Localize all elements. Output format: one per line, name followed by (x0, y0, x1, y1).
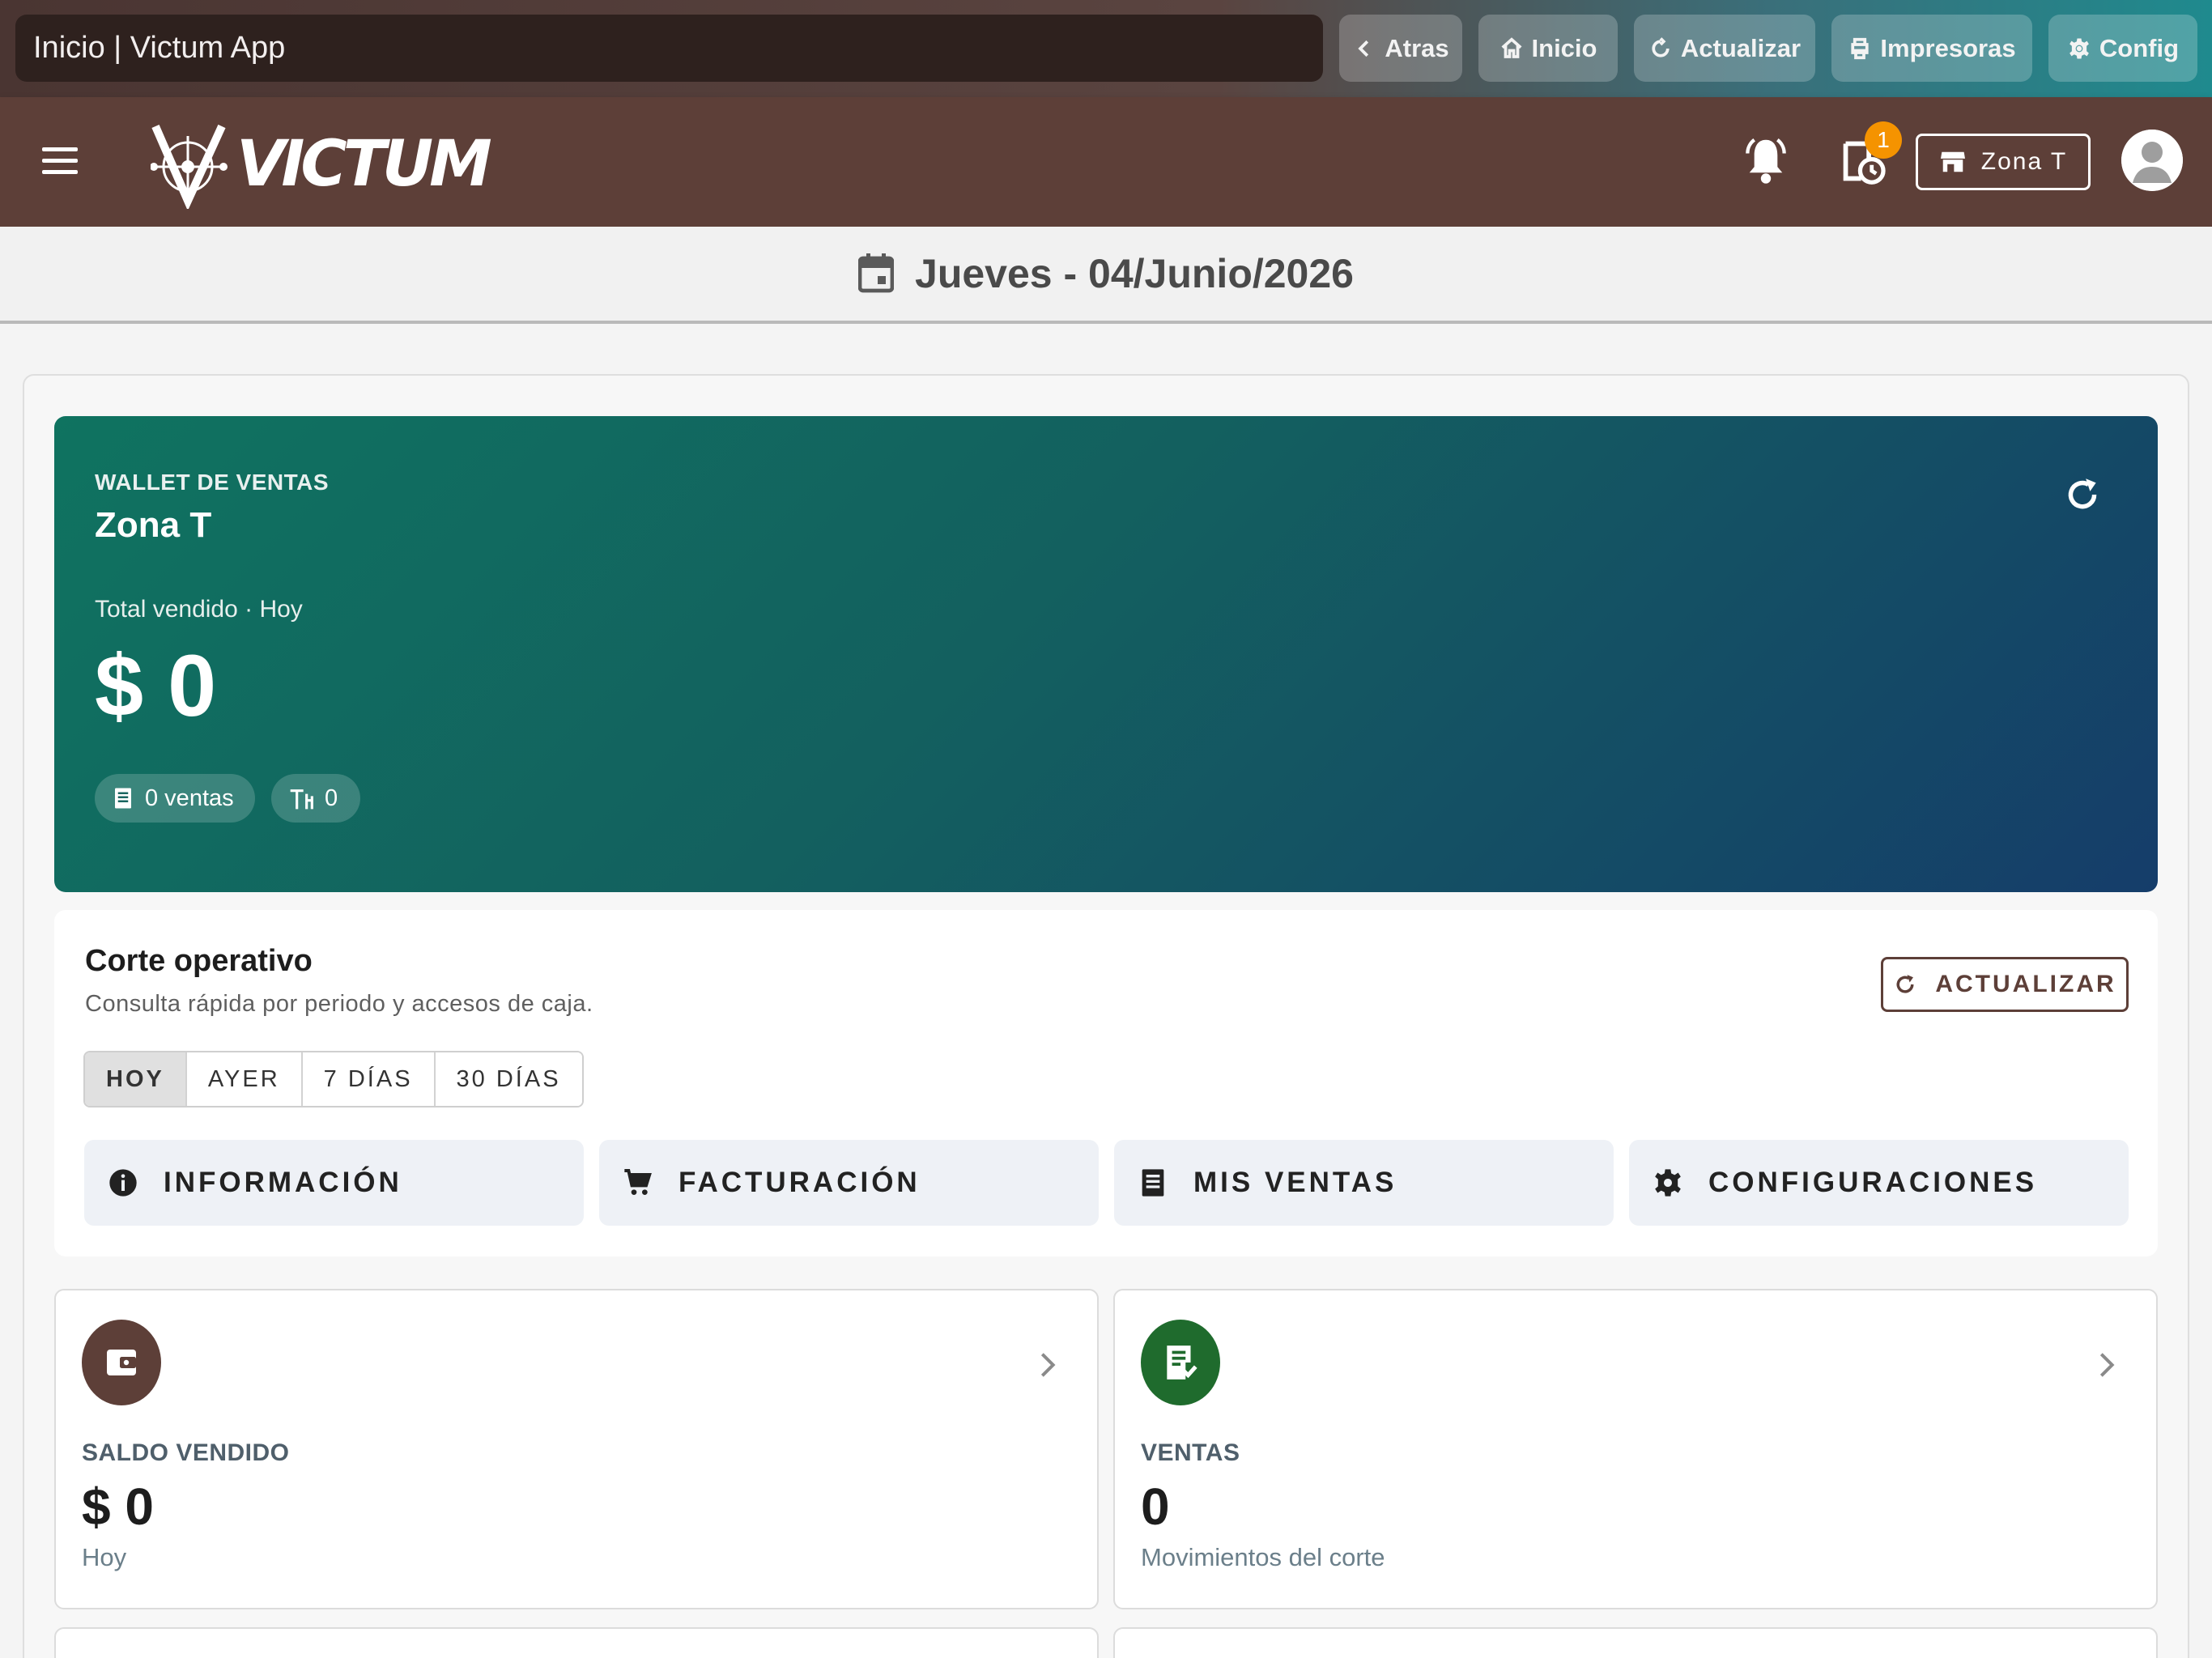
receipt-icon (115, 788, 131, 809)
back-button-label: Atras (1385, 33, 1449, 62)
chevron-right-icon (2099, 1353, 2115, 1377)
app-header: VICTUM 1 Zona T (0, 97, 2212, 227)
corte-refresh-button[interactable]: ACTUALIZAR (1881, 957, 2129, 1012)
notification-badge: 1 (1865, 121, 1902, 159)
bell-icon[interactable] (1742, 136, 1789, 186)
wallet-label: WALLET DE VENTAS (95, 470, 330, 495)
printer-icon (1851, 37, 1870, 59)
saldo-vendido-sub: Hoy (82, 1543, 127, 1571)
table-icon (290, 789, 313, 810)
config-button-label: Config (2099, 33, 2180, 62)
next-card-stub-left (54, 1627, 1099, 1658)
informacion-button[interactable]: INFORMACIÓN (84, 1140, 584, 1226)
period-30-days[interactable]: 30 DÍAS (435, 1052, 582, 1106)
zone-selector-label: Zona T (1980, 148, 2068, 175)
receipt-icon (1142, 1169, 1164, 1197)
facturacion-button[interactable]: FACTURACIÓN (599, 1140, 1099, 1226)
period-selector: HOY AYER 7 DÍAS 30 DÍAS (83, 1051, 584, 1107)
info-icon (109, 1169, 137, 1197)
configuraciones-button[interactable]: CONFIGURACIONES (1629, 1140, 2129, 1226)
gear-icon (1655, 1169, 1681, 1197)
chevron-left-icon (1358, 40, 1369, 57)
wallet-icon (82, 1320, 161, 1405)
mis-ventas-label: MIS VENTAS (1193, 1167, 1397, 1198)
wallet-total-amount: $ 0 (95, 636, 217, 734)
page-title-bar: Inicio | Victum App (15, 15, 1323, 82)
corte-title: Corte operativo (85, 944, 313, 978)
menu-icon[interactable] (42, 147, 78, 175)
home-button-label: Inicio (1531, 33, 1597, 62)
user-avatar[interactable] (2121, 130, 2183, 191)
logo-emblem-icon (151, 124, 228, 209)
avatar-icon (2121, 130, 2183, 191)
informacion-label: INFORMACIÓN (164, 1167, 402, 1198)
ventas-value: 0 (1141, 1477, 1170, 1536)
config-button[interactable]: Config (2048, 15, 2197, 82)
saldo-vendido-card[interactable]: SALDO VENDIDO $ 0 Hoy (54, 1289, 1099, 1609)
refresh-button-label: Actualizar (1680, 33, 1802, 62)
saldo-vendido-value: $ 0 (82, 1477, 154, 1536)
sales-count-chip: 0 ventas (95, 774, 255, 823)
printers-button[interactable]: Impresoras (1831, 15, 2032, 82)
wallet-refresh-icon[interactable] (2062, 474, 2103, 515)
calendar-icon (858, 253, 895, 293)
home-icon (1501, 36, 1522, 58)
next-card-stub-right (1113, 1627, 2158, 1658)
refresh-icon (1896, 975, 1914, 993)
configuraciones-label: CONFIGURACIONES (1708, 1167, 2038, 1198)
home-button[interactable]: Inicio (1478, 15, 1618, 82)
ventas-sub: Movimientos del corte (1141, 1543, 1385, 1571)
period-yesterday[interactable]: AYER (186, 1052, 303, 1106)
chevron-right-icon (1040, 1353, 1056, 1377)
back-button[interactable]: Atras (1339, 15, 1462, 82)
victum-logo: VICTUM (151, 120, 492, 209)
sales-count-value: 0 ventas (145, 784, 234, 811)
tables-count-value: 0 (325, 784, 338, 811)
logo-wordmark: VICTUM (236, 128, 492, 201)
period-today[interactable]: HOY (85, 1052, 187, 1106)
corte-refresh-label: ACTUALIZAR (1935, 971, 2116, 997)
wallet-zone: Zona T (95, 505, 212, 545)
sales-wallet-card: WALLET DE VENTAS Zona T Total vendido · … (54, 416, 2158, 892)
refresh-button[interactable]: Actualizar (1634, 15, 1815, 82)
current-date: Jueves - 04/Junio/2026 (915, 251, 1354, 296)
date-bar: Jueves - 04/Junio/2026 (0, 227, 2212, 324)
corte-operativo-panel: Corte operativo Consulta rápida por peri… (54, 910, 2158, 1256)
saldo-vendido-label: SALDO VENDIDO (82, 1439, 290, 1466)
tables-count-chip: 0 (271, 774, 361, 823)
receipt-check-icon (1141, 1320, 1220, 1405)
store-icon (1940, 151, 1965, 172)
ventas-card[interactable]: VENTAS 0 Movimientos del corte (1113, 1289, 2158, 1609)
period-7-days[interactable]: 7 DÍAS (302, 1052, 436, 1106)
printers-button-label: Impresoras (1880, 33, 2016, 62)
refresh-icon (1652, 36, 1670, 57)
corte-subtitle: Consulta rápida por periodo y accesos de… (85, 991, 593, 1017)
zone-selector-button[interactable]: Zona T (1916, 134, 2091, 190)
ventas-label: VENTAS (1141, 1439, 1240, 1466)
browser-toolbar: Inicio | Victum App Atras Inicio Actuali… (0, 0, 2212, 97)
cart-icon (624, 1169, 652, 1195)
mis-ventas-button[interactable]: MIS VENTAS (1114, 1140, 1614, 1226)
facturacion-label: FACTURACIÓN (678, 1167, 921, 1198)
gear-icon (2069, 38, 2089, 58)
wallet-subtitle: Total vendido · Hoy (95, 596, 303, 623)
